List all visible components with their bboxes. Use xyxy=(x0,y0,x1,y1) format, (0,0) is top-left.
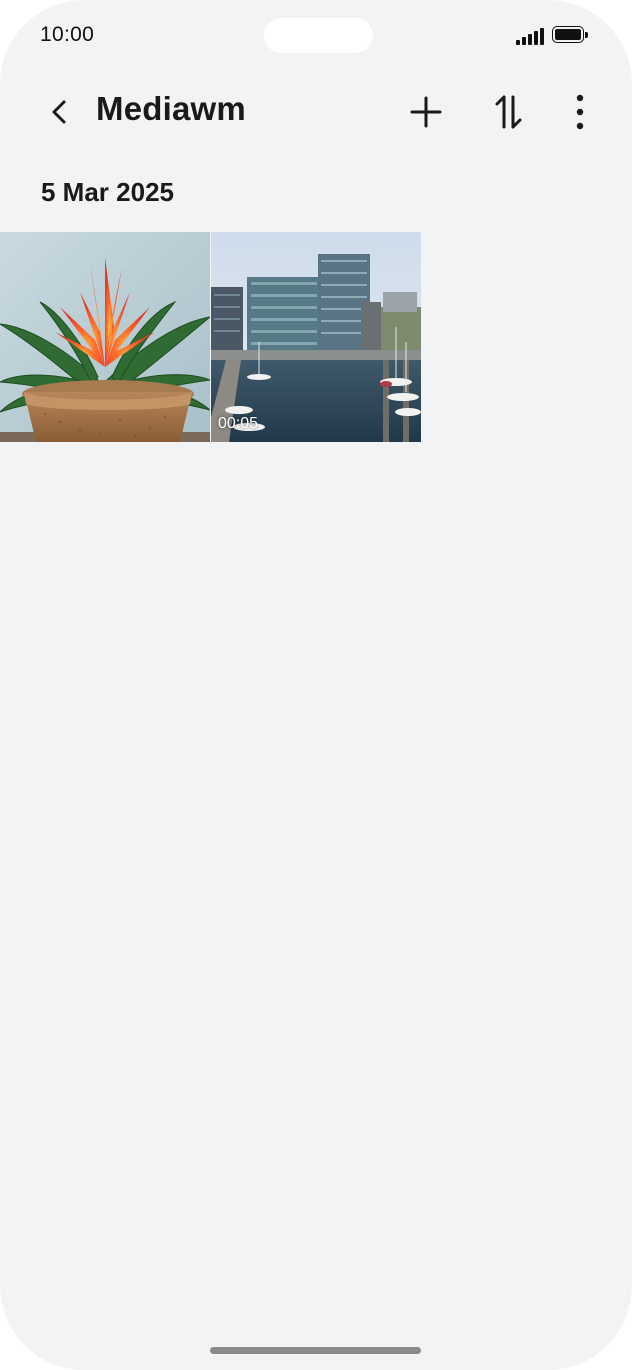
photo-thumbnail[interactable] xyxy=(0,232,210,442)
date-header: 5 Mar 2025 xyxy=(41,177,174,207)
signal-icon xyxy=(516,28,546,45)
back-button[interactable] xyxy=(34,86,86,138)
status-time: 10:00 xyxy=(40,23,95,46)
sort-button[interactable] xyxy=(482,86,534,138)
chevron-left-icon xyxy=(52,100,66,124)
add-button[interactable] xyxy=(400,86,452,138)
media-grid: 00:05 xyxy=(0,232,632,442)
home-indicator[interactable] xyxy=(210,1347,421,1354)
sort-icon xyxy=(495,95,522,129)
plant-photo-image xyxy=(0,232,210,442)
page-title: Mediawm xyxy=(96,90,246,127)
video-thumbnail[interactable]: 00:05 xyxy=(211,232,421,442)
video-duration: 00:05 xyxy=(218,415,259,432)
plus-icon xyxy=(410,96,442,128)
marina-video-image xyxy=(211,232,421,442)
camera-notch xyxy=(264,18,373,53)
app-bar: Mediawm xyxy=(0,80,632,144)
more-options-button[interactable] xyxy=(554,86,606,138)
more-vertical-icon xyxy=(576,94,584,130)
battery-icon xyxy=(552,26,588,45)
phone-screen: 10:00 Mediawm 5 Mar 2025 00:05 xyxy=(0,0,632,1370)
